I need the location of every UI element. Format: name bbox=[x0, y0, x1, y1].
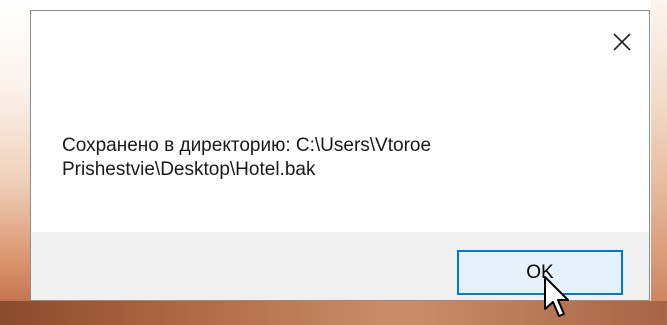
ok-button[interactable]: OK bbox=[457, 250, 623, 295]
message-dialog: Сохранено в директорию: C:\Users\Vtoroe … bbox=[30, 10, 650, 301]
mouse-pointer-icon bbox=[543, 275, 573, 321]
dialog-message: Сохранено в директорию: C:\Users\Vtoroe … bbox=[62, 135, 432, 180]
desktop-background-right bbox=[651, 0, 667, 325]
close-icon[interactable] bbox=[611, 31, 633, 53]
desktop-background-left bbox=[0, 0, 30, 325]
